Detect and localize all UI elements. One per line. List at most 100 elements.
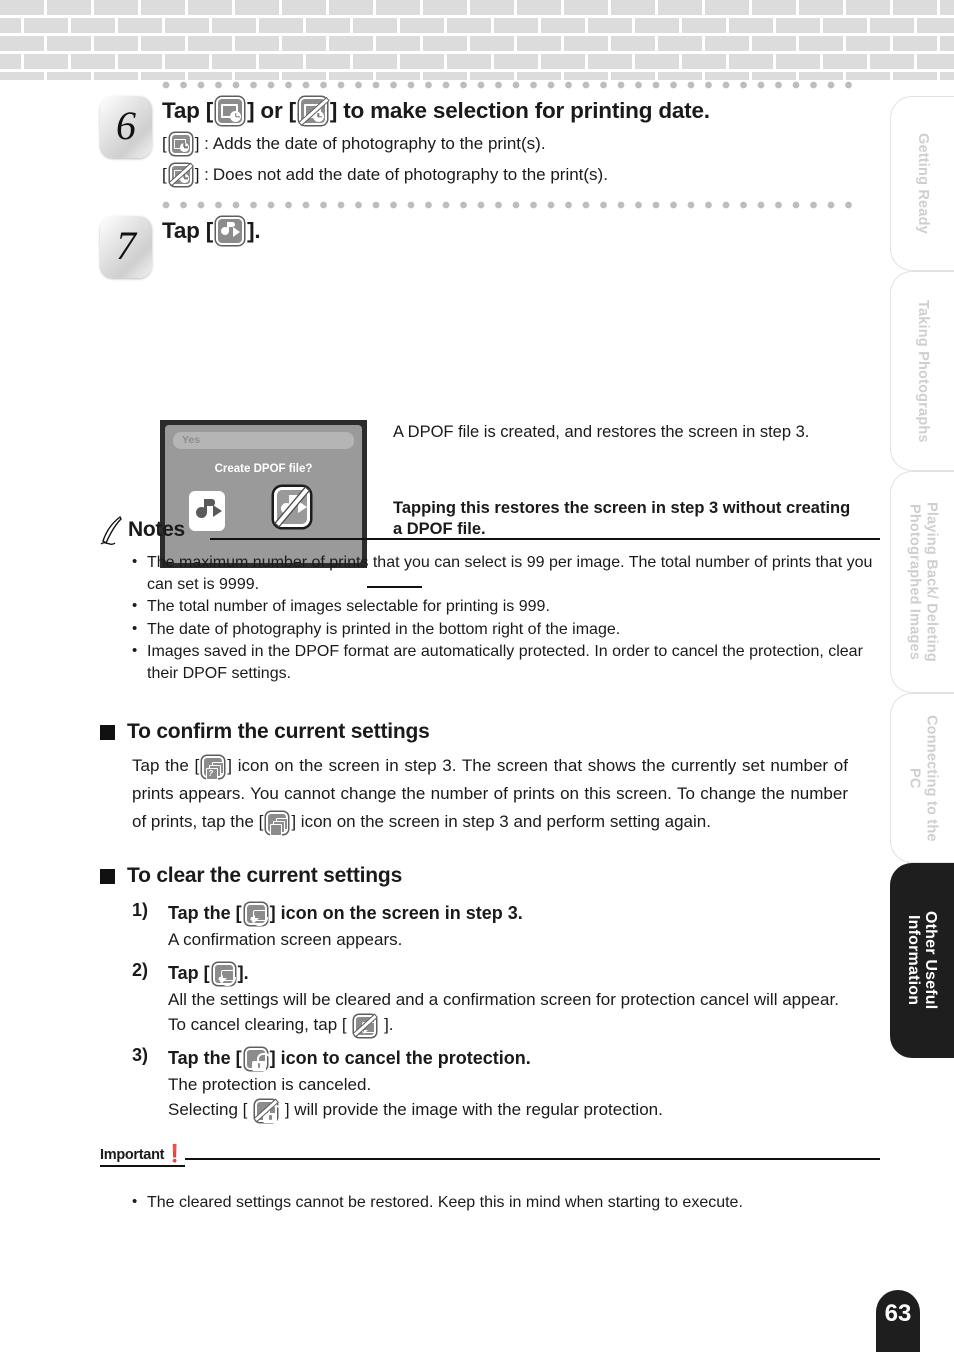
confirm-heading-text: To confirm the current settings (127, 720, 430, 743)
clear-step-2-detail-2: To cancel clearing, tap [ ]. (168, 1012, 880, 1037)
clear-step-3-number: 3) (132, 1045, 149, 1065)
step-6-title: Tap [ ] or [ ] to make selection for pri… (162, 96, 880, 126)
brick (869, 54, 914, 69)
brick (940, 72, 954, 80)
brick (752, 36, 796, 51)
brick (822, 54, 867, 69)
clear-settings-icon (212, 962, 236, 986)
brick (23, 18, 68, 33)
brick (423, 36, 467, 51)
brick (799, 72, 843, 80)
clear-step-2-heading: Tap [ ]. (168, 960, 880, 987)
brick-row (0, 36, 954, 51)
brick (141, 36, 185, 51)
clear-step-2-detail-2a: To cancel clearing, tap [ (168, 1015, 347, 1034)
confirm-text-1: Tap the [ (132, 756, 200, 775)
brick (775, 18, 820, 33)
list-item: Images saved in the DPOF format are auto… (132, 640, 880, 684)
brick (235, 0, 279, 15)
clear-steps-list: 1) Tap the [ ] icon on the screen in ste… (132, 900, 880, 1123)
brick (141, 0, 185, 15)
brick (329, 36, 373, 51)
brick (611, 72, 655, 80)
notes-rule (210, 538, 880, 540)
brick (211, 18, 256, 33)
print-settings-stack-icon: ? (202, 755, 225, 780)
screen-titlebar: Yes (173, 432, 354, 449)
step-7-title-part-c: ]. (247, 218, 261, 243)
unlock-icon (244, 1047, 271, 1071)
brick (470, 36, 514, 51)
quill-icon (100, 515, 124, 546)
tab-taking-photographs[interactable]: Taking Photographs (890, 271, 954, 471)
brick (282, 36, 326, 51)
list-item: The total number of images selectable fo… (132, 595, 880, 618)
brick (470, 72, 514, 80)
brick (258, 18, 303, 33)
step-divider-top (162, 80, 852, 92)
dpof-create-icon (216, 217, 245, 245)
brick (329, 0, 373, 15)
brick (0, 18, 21, 33)
brick (399, 18, 444, 33)
brick (893, 72, 937, 80)
brick (564, 0, 608, 15)
confirm-text-3: ] icon on the screen in step 3 and perfo… (291, 812, 711, 831)
clear-step-1-text-a: Tap the [ (168, 903, 242, 923)
step-6-sub-2-label: Does not add the date of photography to … (212, 165, 608, 184)
clear-section-heading: To clear the current settings (100, 864, 880, 888)
step-6-number: 6 (100, 96, 152, 158)
list-item: 2) Tap [ ]. All the settings will be cle… (132, 960, 880, 1037)
section-tabs: Getting Ready Taking Photographs Playing… (890, 96, 954, 1058)
tab-getting-ready[interactable]: Getting Ready (890, 96, 954, 271)
brick (47, 36, 91, 51)
tab-connecting-to-pc[interactable]: Connecting to the PC (890, 693, 954, 863)
brick (587, 18, 632, 33)
brick (376, 36, 420, 51)
square-bullet-icon (100, 724, 115, 740)
notes-heading-block: Notes (100, 515, 880, 552)
decorative-brick-band (0, 0, 954, 80)
clear-settings-icon (244, 902, 268, 926)
brick (376, 72, 420, 80)
notes-title: Notes (128, 518, 185, 541)
brick (470, 0, 514, 15)
tab-playing-back-deleting[interactable]: Playing Back/ Deleting Photographed Imag… (890, 471, 954, 693)
brick (540, 54, 585, 69)
brick (376, 0, 420, 15)
brick (634, 54, 679, 69)
brick (681, 18, 726, 33)
brick (94, 72, 138, 80)
brick (117, 18, 162, 33)
page-number: 63 (876, 1290, 920, 1352)
brick (446, 18, 491, 33)
brick (705, 0, 749, 15)
date-off-icon-small (169, 163, 193, 186)
important-title: Important❗ (100, 1144, 185, 1167)
clear-step-1-heading: Tap the [ ] icon on the screen in step 3… (168, 900, 880, 927)
brick (164, 54, 209, 69)
brick (846, 36, 890, 51)
brick (634, 18, 679, 33)
clear-heading-text: To clear the current settings (127, 864, 403, 887)
brick (752, 0, 796, 15)
brick (658, 72, 702, 80)
notes-list: The maximum number of prints that you ca… (132, 551, 880, 684)
protect-off-icon (254, 1099, 283, 1123)
clear-step-3-detail-1: The protection is canceled. (168, 1075, 372, 1094)
brick (681, 54, 726, 69)
clear-step-1-detail: A confirmation screen appears. (168, 930, 403, 949)
brick (423, 0, 467, 15)
clear-step-3-heading: Tap the [ ] icon to cancel the protectio… (168, 1045, 880, 1072)
step-7-title: Tap [ ]. (162, 216, 880, 246)
brick (423, 72, 467, 80)
brick (540, 18, 585, 33)
list-item: The maximum number of prints that you ca… (132, 551, 880, 595)
clear-step-2-detail-2b: ]. (384, 1015, 394, 1034)
brick (846, 0, 890, 15)
brick (869, 18, 914, 33)
tab-other-useful-information[interactable]: Other Useful Information (890, 863, 954, 1058)
brick (775, 54, 820, 69)
brick-row (0, 18, 954, 33)
screen-question-text: Create DPOF file? (214, 463, 313, 475)
